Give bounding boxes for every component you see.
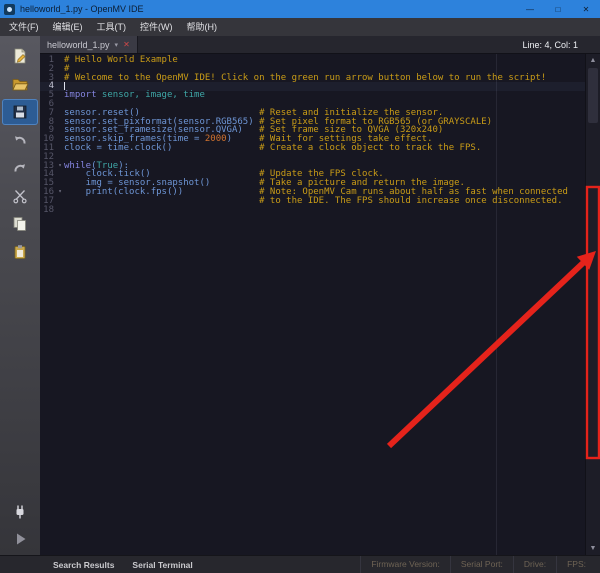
status-pane-1[interactable]: Search Results xyxy=(44,560,123,570)
fold-gutter xyxy=(56,206,64,215)
code-area: 1 # Hello World Example 2 #3 # Welcome to th… xyxy=(40,54,585,214)
tab-dropdown-icon[interactable]: ▾ xyxy=(115,41,119,49)
status-field-4: FPS: xyxy=(556,556,596,573)
paste-icon[interactable] xyxy=(2,239,38,265)
code-text: # Welcome to the OpenMV IDE! Click on th… xyxy=(64,72,547,83)
code-line[interactable]: 1 # Hello World Example xyxy=(40,56,585,65)
line-number: 18 xyxy=(43,204,54,215)
new-file-icon[interactable] xyxy=(2,43,38,69)
fold-gutter xyxy=(56,126,64,135)
save-file-icon[interactable] xyxy=(2,99,38,125)
tab-label: helloworld_1.py xyxy=(47,39,110,50)
fold-gutter xyxy=(56,170,64,179)
statusbar: Search Results Serial Terminal Firmware V… xyxy=(0,555,600,573)
status-field-1: Firmware Version: xyxy=(360,556,450,573)
scroll-up-icon[interactable]: ▲ xyxy=(586,54,600,67)
code-text: # to the IDE. The FPS should increase on… xyxy=(259,195,563,206)
window-title: helloworld_1.py - OpenMV IDE xyxy=(20,4,144,14)
scroll-down-icon[interactable]: ▼ xyxy=(586,542,600,555)
status-field-2: Serial Port: xyxy=(449,556,513,573)
tab-helloworld[interactable]: helloworld_1.py ▾ ✕ xyxy=(40,36,138,53)
code-line[interactable]: 3 # Welcome to the OpenMV IDE! Click on t… xyxy=(40,72,585,83)
sidebar-bottom-icons xyxy=(0,497,40,553)
fold-gutter xyxy=(56,197,64,206)
cursor-position-status: Line: 4, Col: 1 xyxy=(522,39,578,50)
tabbar: helloworld_1.py ▾ ✕ Line: 4, Col: 1 xyxy=(40,36,600,54)
code-editor[interactable]: 1 # Hello World Example 2 #3 # Welcome to th… xyxy=(40,54,585,555)
statusbar-panes: Search Results Serial Terminal xyxy=(0,560,202,570)
fold-gutter xyxy=(56,179,64,188)
fold-gutter xyxy=(56,135,64,144)
menu-item-2[interactable]: 编辑(E) xyxy=(46,18,90,36)
fold-marker-icon[interactable]: ▾ xyxy=(56,162,64,171)
fold-gutter xyxy=(56,153,64,162)
tab-close-icon[interactable]: ✕ xyxy=(123,40,130,49)
fold-gutter xyxy=(56,91,64,100)
code-text: import sensor, image, time xyxy=(64,90,205,101)
fold-gutter xyxy=(56,65,64,74)
fold-gutter xyxy=(56,56,64,65)
status-pane-2[interactable]: Serial Terminal xyxy=(123,560,201,570)
menu-item-1[interactable]: 文件(F) xyxy=(2,18,46,36)
fold-gutter xyxy=(56,74,64,83)
menubar-items: 文件(F) 编辑(E) 工具(T) 控件(W) 帮助(H) xyxy=(0,18,600,36)
cut-icon[interactable] xyxy=(2,183,38,209)
minimize-button[interactable]: — xyxy=(516,0,544,18)
openmv-ide-window: helloworld_1.py - OpenMV IDE — □ ✕ 文件(F)… xyxy=(0,0,600,573)
code-line[interactable]: 5 import sensor, image, time xyxy=(40,91,585,100)
menu-item-4[interactable]: 控件(W) xyxy=(133,18,180,36)
code-line[interactable]: 18 xyxy=(40,204,585,215)
open-file-icon[interactable] xyxy=(2,71,38,97)
code-line[interactable]: 17 # to the IDE. The FPS should increase… xyxy=(40,195,585,206)
run-icon[interactable] xyxy=(2,526,38,552)
fold-gutter xyxy=(56,144,64,153)
code-text: clock = time.clock() # Create a clock ob… xyxy=(64,142,482,153)
app-icon xyxy=(4,3,15,15)
menu-item-5[interactable]: 帮助(H) xyxy=(180,18,225,36)
scrollbar-thumb[interactable] xyxy=(588,68,598,123)
copy-icon[interactable] xyxy=(2,211,38,237)
fold-gutter xyxy=(56,100,64,109)
titlebar: helloworld_1.py - OpenMV IDE — □ ✕ xyxy=(0,0,600,18)
code-text: # Hello World Example xyxy=(64,55,178,65)
code-line[interactable]: 11 clock = time.clock() # Create a clock … xyxy=(40,142,585,153)
sidebar-top-icons xyxy=(0,42,40,266)
text-caret xyxy=(64,82,65,91)
menu-item-3[interactable]: 工具(T) xyxy=(90,18,134,36)
statusbar-fields: Firmware Version: Serial Port: Drive: FPS: xyxy=(360,556,600,573)
redo-icon[interactable] xyxy=(2,155,38,181)
close-button[interactable]: ✕ xyxy=(572,0,600,18)
vertical-scrollbar[interactable]: ▲ ▼ xyxy=(585,54,600,555)
connect-icon[interactable] xyxy=(2,498,38,524)
fold-marker-icon[interactable]: ▾ xyxy=(56,188,64,197)
fold-gutter xyxy=(56,109,64,118)
fold-gutter xyxy=(56,118,64,127)
maximize-button[interactable]: □ xyxy=(544,0,572,18)
undo-icon[interactable] xyxy=(2,127,38,153)
sidebar-toolbar xyxy=(0,36,40,555)
status-field-3: Drive: xyxy=(512,556,556,573)
fold-gutter xyxy=(56,82,64,91)
